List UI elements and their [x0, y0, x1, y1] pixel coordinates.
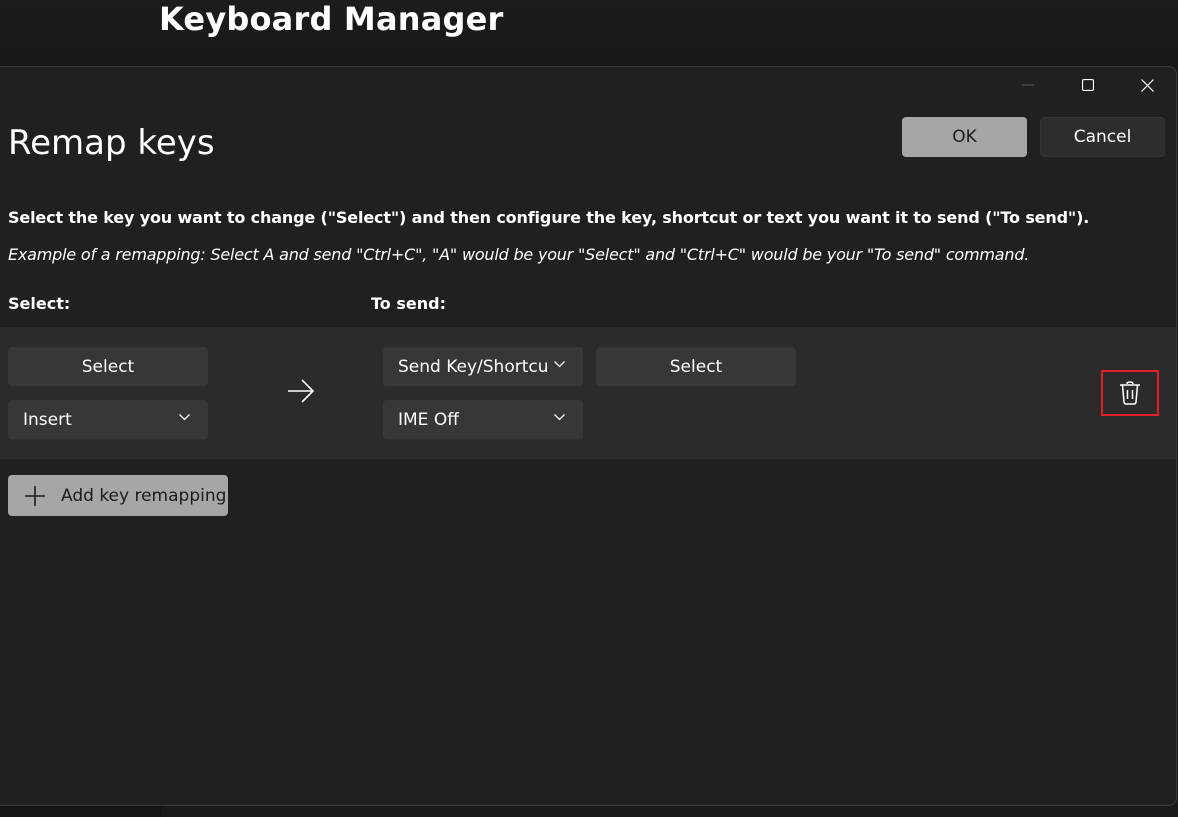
remap-keys-dialog: Remap keys OK Cancel Select the key you … — [0, 66, 1177, 806]
send-key-dropdown[interactable]: IME Off — [383, 400, 583, 440]
dialog-heading: Remap keys — [8, 123, 215, 163]
select-key-dropdown[interactable]: Insert — [8, 400, 208, 440]
add-key-remapping-label: Add key remapping — [61, 485, 227, 506]
chevron-down-icon — [554, 414, 565, 421]
select-key-button[interactable]: Select — [8, 347, 208, 387]
chevron-down-icon — [554, 361, 565, 368]
chevron-down-icon — [179, 414, 190, 421]
minimize-button[interactable] — [999, 67, 1057, 103]
app-title: Keyboard Manager — [159, 0, 504, 38]
close-icon — [1140, 78, 1154, 92]
send-select-button[interactable]: Select — [596, 347, 796, 387]
send-type-value: Send Key/Shortcu — [398, 356, 549, 377]
ok-button[interactable]: OK — [902, 117, 1027, 157]
instructions-text: Select the key you want to change ("Sele… — [8, 208, 1090, 227]
select-column-label: Select: — [8, 294, 71, 313]
to-send-column-label: To send: — [371, 294, 446, 313]
maximize-button[interactable] — [1059, 67, 1117, 103]
minimize-icon — [1022, 84, 1034, 86]
arrow-right-icon — [288, 379, 315, 403]
select-key-value: Insert — [23, 409, 72, 430]
example-text: Example of a remapping: Select A and sen… — [8, 245, 1030, 264]
trash-icon — [1120, 381, 1140, 405]
send-key-value: IME Off — [398, 409, 459, 430]
close-button[interactable] — [1118, 67, 1176, 103]
plus-icon — [24, 485, 46, 507]
send-type-dropdown[interactable]: Send Key/Shortcu — [383, 347, 583, 387]
add-key-remapping-button[interactable]: Add key remapping — [8, 475, 228, 516]
taskbar-edge — [0, 806, 162, 817]
delete-remapping-button[interactable] — [1101, 370, 1159, 416]
cancel-button[interactable]: Cancel — [1040, 117, 1165, 157]
maximize-icon — [1082, 79, 1094, 91]
